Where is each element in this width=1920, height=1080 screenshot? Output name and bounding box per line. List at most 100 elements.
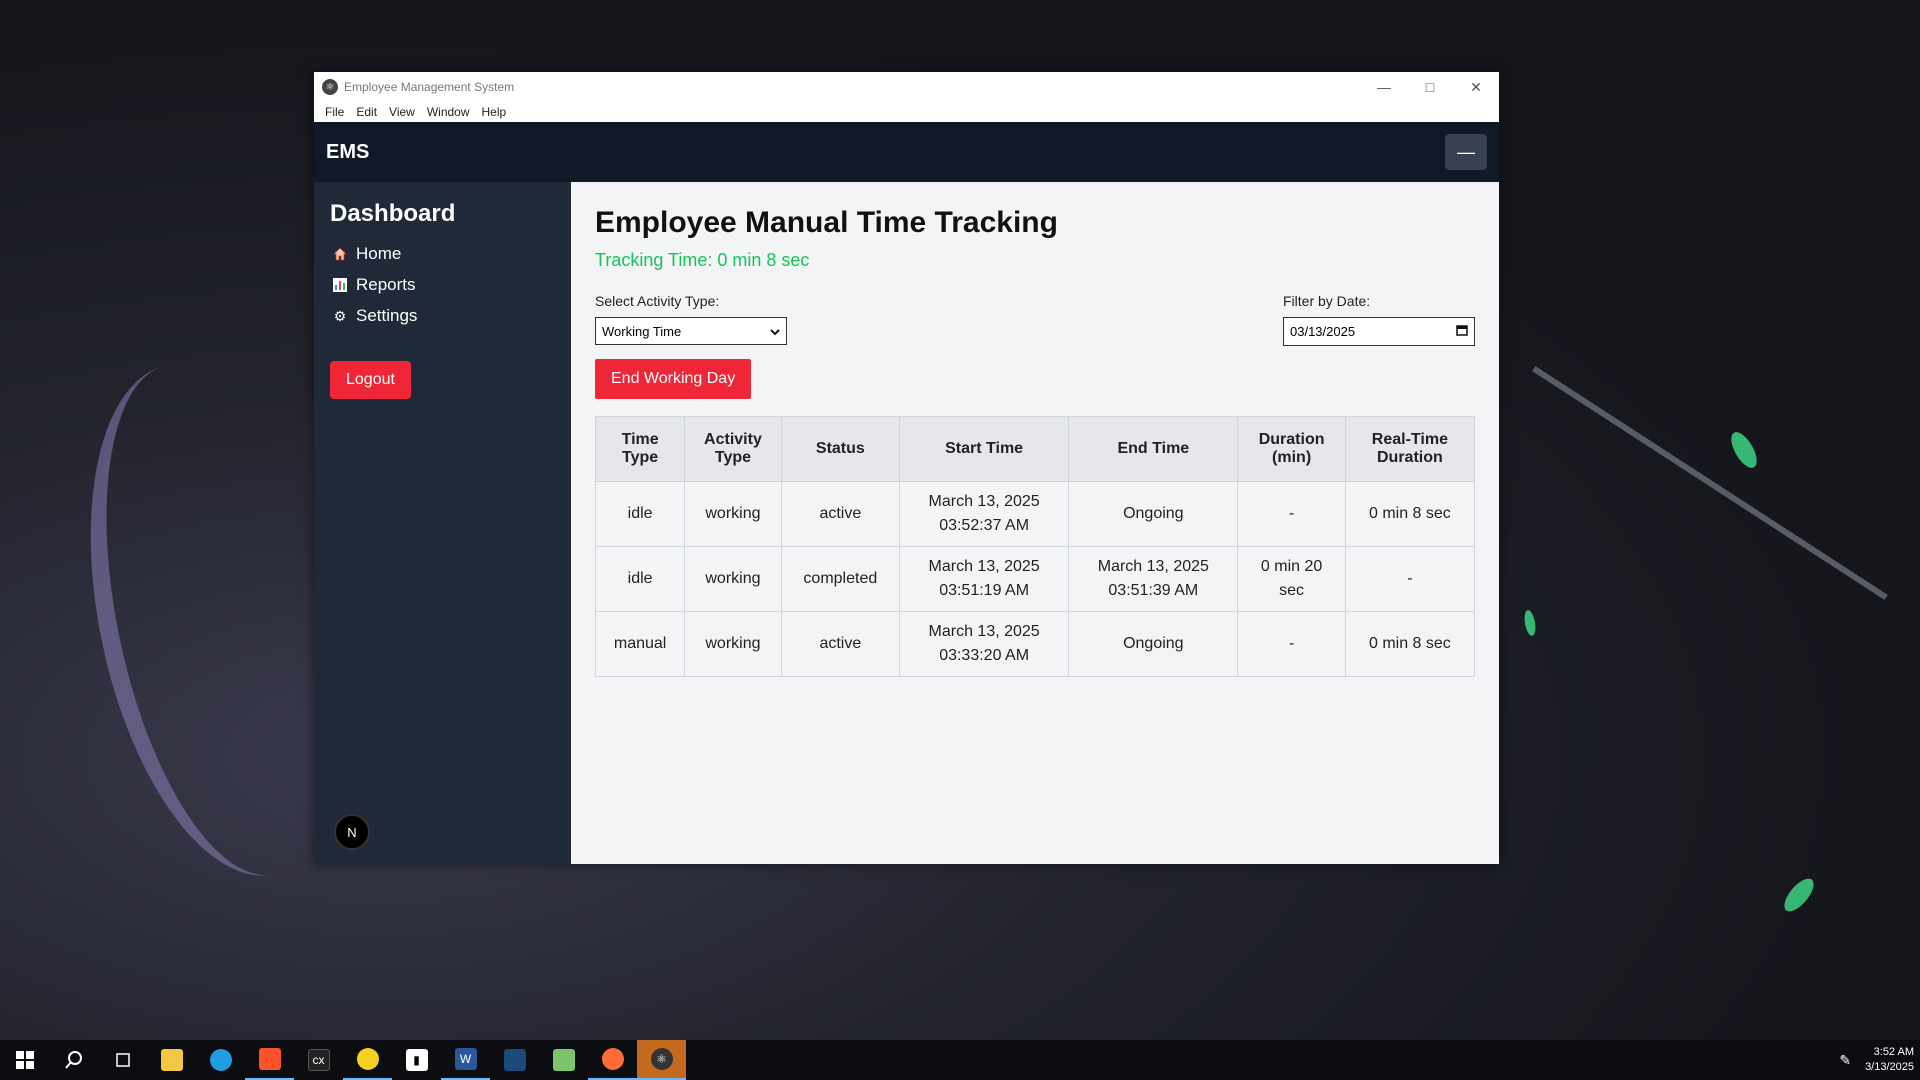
minimize-icon[interactable]: —: [1361, 72, 1407, 102]
cell-start: March 13, 2025 03:51:19 AM: [898, 546, 1070, 612]
cell-realtime: 0 min 8 sec: [1344, 611, 1476, 677]
cell-end: Ongoing: [1068, 481, 1239, 547]
word-icon[interactable]: W: [441, 1040, 490, 1080]
terminal-icon[interactable]: ▮: [392, 1040, 441, 1080]
header-end-time: End Time: [1068, 416, 1239, 482]
time-tracking-table: Time Type Activity Type Status Start Time …: [594, 416, 1476, 677]
end-working-day-button[interactable]: End Working Day: [595, 359, 752, 399]
activity-type-select[interactable]: Working Time: [595, 317, 787, 345]
avatar[interactable]: N: [334, 814, 370, 850]
pen-icon[interactable]: ✎: [1839, 1052, 1851, 1069]
page-title: Employee Manual Time Tracking: [595, 206, 1058, 239]
sidebar: Dashboard Home Reports ⚙ Settings Logout…: [314, 182, 571, 864]
table-row: idle working active March 13, 2025 03:52:…: [594, 481, 1476, 547]
title-bar[interactable]: ⚛ Employee Management System — □ ✕: [314, 72, 1499, 102]
date-filter-label: Filter by Date:: [1283, 293, 1371, 309]
header-status: Status: [780, 416, 901, 482]
taskbar: cx ▮ W ⚛ ✎ 3:52 AM 3/13/2025: [0, 1040, 1920, 1080]
activity-type-group: Select Activity Type: Working Time: [595, 293, 787, 345]
cell-activity: working: [684, 611, 782, 677]
table-header-row: Time Type Activity Type Status Start Time …: [594, 416, 1476, 482]
task-view-icon[interactable]: [98, 1040, 147, 1080]
wallpaper-blade: [1532, 366, 1888, 600]
app-icon: ⚛: [322, 79, 338, 95]
header-duration: Duration (min): [1237, 416, 1346, 482]
wallpaper-leaf: [1522, 609, 1538, 637]
cell-end: Ongoing: [1068, 611, 1239, 677]
sidebar-item-reports[interactable]: Reports: [330, 275, 555, 295]
cell-activity: working: [684, 546, 782, 612]
system-tray: ✎ 3:52 AM 3/13/2025: [1839, 1040, 1914, 1080]
window-controls: — □ ✕: [1361, 72, 1499, 102]
calendar-icon[interactable]: [1456, 324, 1468, 339]
app-window: ⚛ Employee Management System — □ ✕ File …: [314, 72, 1499, 864]
cx-app-icon[interactable]: cx: [294, 1040, 343, 1080]
logout-button[interactable]: Logout: [330, 361, 411, 399]
file-explorer-icon[interactable]: [147, 1040, 196, 1080]
header-realtime-duration: Real-Time Duration: [1344, 416, 1476, 482]
menu-view[interactable]: View: [384, 105, 420, 119]
close-icon[interactable]: ✕: [1453, 72, 1499, 102]
app-yellow-icon[interactable]: [343, 1040, 392, 1080]
cell-duration: -: [1237, 611, 1346, 677]
table-row: manual working active March 13, 2025 03:3…: [594, 611, 1476, 677]
main-area: Dashboard Home Reports ⚙ Settings Logout…: [314, 182, 1499, 864]
tracking-time-text: Tracking Time: 0 min 8 sec: [595, 250, 810, 270]
cell-start: March 13, 2025 03:52:37 AM: [898, 481, 1070, 547]
menu-edit[interactable]: Edit: [351, 105, 382, 119]
sidebar-item-home[interactable]: Home: [330, 244, 555, 264]
menu-help[interactable]: Help: [477, 105, 512, 119]
cell-time-type: idle: [594, 481, 686, 547]
home-icon: [332, 246, 348, 262]
chart-icon: [332, 277, 348, 293]
clock-date: 3/13/2025: [1865, 1061, 1914, 1073]
clock[interactable]: 3:52 AM 3/13/2025: [1865, 1045, 1914, 1075]
menu-file[interactable]: File: [320, 105, 349, 119]
sidebar-item-settings[interactable]: ⚙ Settings: [330, 306, 555, 326]
menu-window[interactable]: Window: [422, 105, 475, 119]
sidebar-item-label: Reports: [356, 275, 416, 294]
main-content: Employee Manual Time Tracking Tracking T…: [571, 182, 1499, 864]
cell-status: completed: [780, 546, 901, 612]
search-icon[interactable]: [49, 1040, 98, 1080]
header-activity-type: Activity Type: [684, 416, 782, 482]
header-time-type: Time Type: [594, 416, 686, 482]
cell-time-type: manual: [594, 611, 686, 677]
activity-type-value: Working Time: [602, 323, 682, 339]
menu-bar: File Edit View Window Help: [314, 102, 1499, 122]
cell-status: active: [780, 481, 901, 547]
cell-start: March 13, 2025 03:33:20 AM: [898, 611, 1070, 677]
wallpaper-leaf: [1779, 873, 1819, 917]
wallpaper-leaf: [1726, 428, 1762, 472]
electron-app-icon[interactable]: ⚛: [637, 1040, 686, 1080]
activity-type-label: Select Activity Type:: [595, 293, 720, 309]
sidebar-item-label: Home: [356, 244, 402, 263]
edge-browser-icon[interactable]: [196, 1040, 245, 1080]
window-title: Employee Management System: [344, 80, 515, 94]
cell-end: March 13, 2025 03:51:39 AM: [1068, 546, 1239, 612]
table-row: idle working completed March 13, 2025 03:…: [594, 546, 1476, 612]
brave-browser-icon[interactable]: [245, 1040, 294, 1080]
brand-logo[interactable]: EMS: [326, 141, 369, 164]
header-start-time: Start Time: [898, 416, 1070, 482]
cell-realtime: 0 min 8 sec: [1344, 481, 1476, 547]
filter-controls: Select Activity Type: Working Time Filte…: [595, 293, 1475, 346]
chevron-down-icon: [770, 324, 780, 339]
date-filter-value: 03/13/2025: [1290, 324, 1356, 339]
cell-duration: 0 min 20 sec: [1237, 546, 1346, 612]
cell-duration: -: [1237, 481, 1346, 547]
date-filter-input[interactable]: 03/13/2025: [1283, 317, 1475, 346]
date-filter-group: Filter by Date: 03/13/2025: [1283, 293, 1475, 346]
windows-start-icon[interactable]: [0, 1040, 49, 1080]
cell-time-type: idle: [594, 546, 686, 612]
editor-icon[interactable]: [490, 1040, 539, 1080]
cell-realtime: -: [1344, 546, 1476, 612]
notepad-icon[interactable]: [539, 1040, 588, 1080]
postman-icon[interactable]: [588, 1040, 637, 1080]
cell-activity: working: [684, 481, 782, 547]
sidebar-title: Dashboard: [330, 200, 456, 227]
maximize-icon[interactable]: □: [1407, 72, 1453, 102]
cell-status: active: [780, 611, 901, 677]
gear-icon: ⚙: [333, 307, 347, 324]
collapse-sidebar-button[interactable]: —: [1445, 134, 1487, 170]
